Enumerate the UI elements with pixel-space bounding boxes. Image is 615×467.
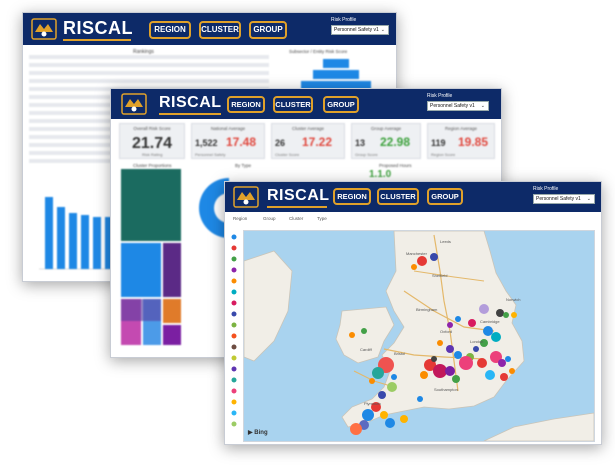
map-legend (231, 234, 237, 427)
nav-region-button[interactable]: REGION (333, 188, 371, 205)
riscal-logo-icon (121, 93, 147, 115)
map-label-sheffield: Sheffield (432, 273, 448, 278)
nav-region-button[interactable]: REGION (227, 96, 265, 113)
back-bar-chart-title: Subsector / Entity Risk Score (289, 49, 348, 54)
nav-cluster-button[interactable]: CLUSTER (199, 21, 241, 39)
brand-underline (159, 113, 221, 115)
bing-logo: ▶ Bing (248, 430, 268, 436)
front-map-window: RISCAL REGION CLUSTER GROUP Risk Profile… (224, 181, 602, 445)
middle-header-bar: RISCAL REGION CLUSTER GROUP Risk Profile… (111, 89, 501, 119)
map-label-norwich: Norwich (506, 297, 521, 302)
map-label-plymouth: Plymouth (364, 401, 381, 406)
brand-underline (63, 39, 131, 41)
risk-profile-label: Risk Profile (331, 17, 357, 23)
map-label-bristol: Bristol (394, 351, 406, 356)
map-label-manchester: Manchester (406, 251, 427, 256)
nav-cluster-button[interactable]: CLUSTER (273, 96, 313, 113)
risk-profile-select[interactable]: Personnel Safety v1 ⌄ (427, 101, 489, 111)
filter-region[interactable]: Region (233, 216, 247, 221)
brand-name: RISCAL (267, 187, 330, 204)
brand-underline (267, 206, 327, 208)
nav-group-button[interactable]: GROUP (427, 188, 463, 205)
map-label-cambridge: Cambridge (480, 319, 500, 324)
brand-name: RISCAL (63, 18, 133, 38)
map-label-birmingham: Birmingham (416, 307, 438, 312)
nav-group-button[interactable]: GROUP (323, 96, 359, 113)
nav-region-button[interactable]: REGION (149, 21, 191, 39)
front-header-bar: RISCAL REGION CLUSTER GROUP Risk Profile… (225, 182, 601, 212)
riscal-logo-icon (233, 186, 259, 208)
treemap-title: Cluster Proportions (133, 163, 172, 168)
nav-cluster-button[interactable]: CLUSTER (377, 188, 419, 205)
cluster-treemap (121, 169, 181, 345)
map-label-oxford: Oxford (440, 329, 453, 334)
risk-profile-value: Personnel Safety v1 (536, 196, 581, 202)
risk-profile-value: Personnel Safety v1 (334, 27, 379, 33)
kpi-region-average: Region Average 119 19.85 Region Score (427, 123, 495, 159)
kpi-national-average: National Average 1,522 17.48 Personnel S… (191, 123, 265, 159)
chevron-down-icon: ⌄ (586, 196, 591, 202)
filter-cluster[interactable]: Cluster (289, 216, 303, 221)
map-label-leeds: Leeds (440, 239, 451, 244)
back-header-bar: RISCAL REGION CLUSTER GROUP Risk Profile… (23, 13, 396, 45)
riscal-logo-icon (31, 18, 57, 40)
uk-map[interactable]: Leeds Manchester Sheffield Norwich Birmi… (243, 230, 595, 442)
filter-row: Region Group Cluster Type (231, 214, 595, 228)
map-label-cardiff: Cardiff (360, 347, 372, 352)
risk-profile-label: Risk Profile (533, 186, 559, 192)
proposed-value: 1.1.0 (369, 169, 392, 180)
bing-icon: ▶ (248, 430, 253, 436)
risk-profile-value: Personnel Safety v1 (430, 103, 475, 109)
proposed-title: Proposed Hours (379, 163, 412, 168)
uk-map-canvas (244, 231, 594, 441)
kpi-overall-risk: Overall Risk Score 21.74 Risk Rating (119, 123, 185, 159)
map-label-london: London (470, 339, 484, 344)
kpi-cluster-average: Cluster Average 26 17.22 Cluster Score (271, 123, 345, 159)
chevron-down-icon: ⌄ (380, 27, 385, 33)
filter-type[interactable]: Type (317, 216, 327, 221)
brand-name: RISCAL (159, 94, 222, 111)
map-label-southampton: Southampton (434, 387, 458, 392)
risk-profile-select[interactable]: Personnel Safety v1 ⌄ (533, 194, 595, 204)
nav-group-button[interactable]: GROUP (249, 21, 287, 39)
risk-profile-select[interactable]: Personnel Safety v1 ⌄ (331, 25, 389, 35)
chevron-down-icon: ⌄ (480, 103, 485, 109)
kpi-group-average: Group Average 13 22.98 Group Score (351, 123, 421, 159)
risk-profile-label: Risk Profile (427, 93, 453, 99)
donut-title: By Type (235, 163, 252, 168)
filter-group[interactable]: Group (263, 216, 276, 221)
